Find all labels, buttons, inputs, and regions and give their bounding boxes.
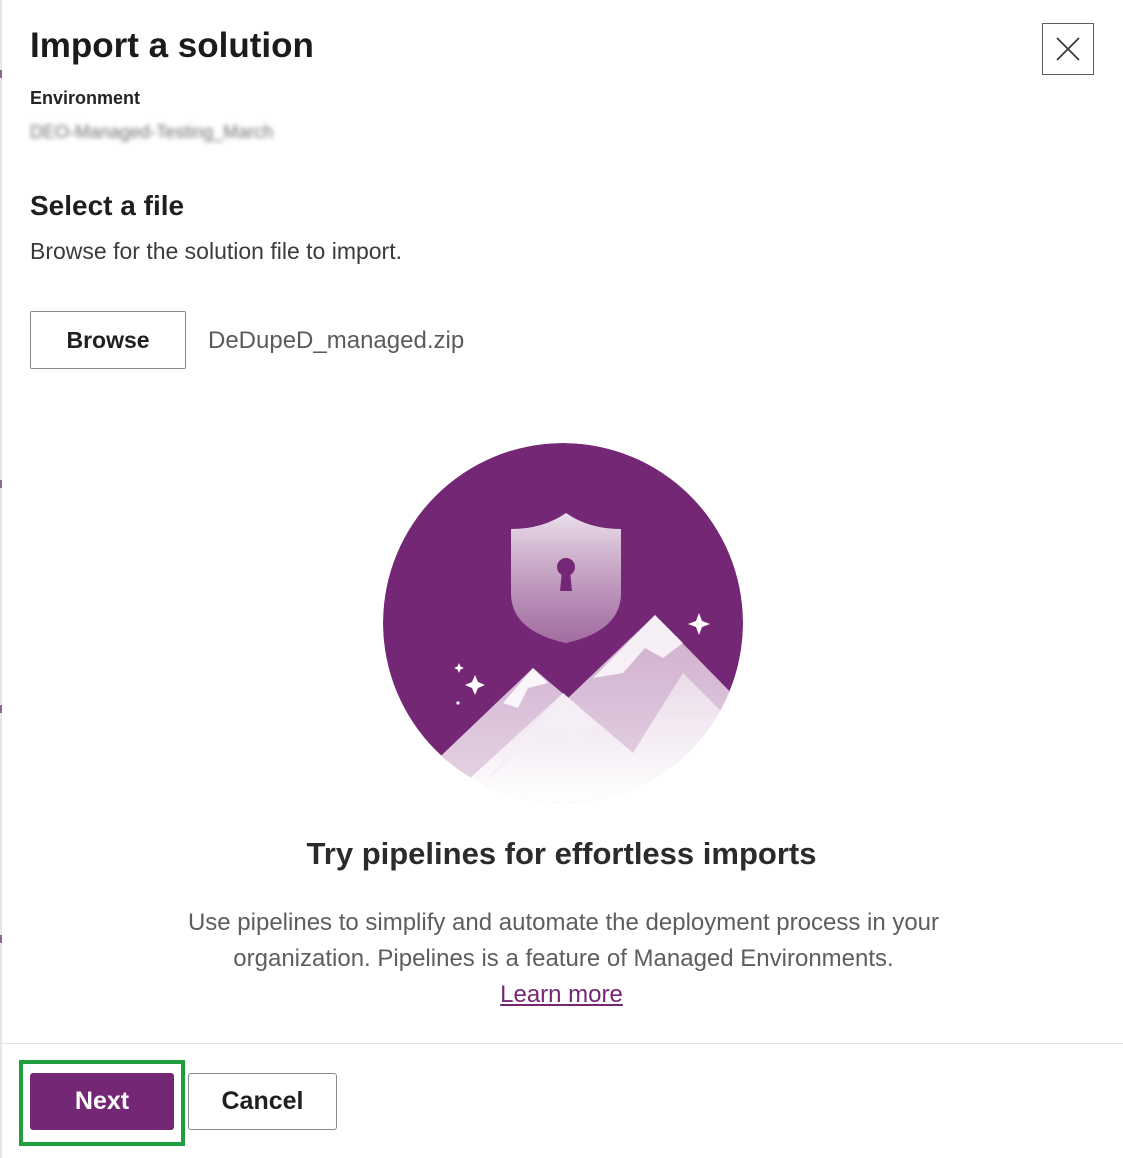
select-file-heading: Select a file <box>30 190 185 221</box>
next-button[interactable]: Next <box>30 1073 174 1130</box>
cancel-button[interactable]: Cancel <box>188 1073 337 1130</box>
pipelines-promo-description: Use pipelines to simplify and automate t… <box>187 909 940 972</box>
shield-mountains-illustration <box>383 443 743 803</box>
close-button[interactable] <box>1042 23 1094 75</box>
select-file-description: Browse for the solution file to import. <box>30 238 402 264</box>
pipelines-promo-title: Try pipelines for effortless imports <box>306 836 817 871</box>
edge-mark <box>0 70 2 78</box>
footer-divider <box>0 1043 1123 1044</box>
dialog-title: Import a solution <box>30 26 314 65</box>
selected-file-name: DeDupeD_managed.zip <box>208 327 465 354</box>
environment-value: DEO-Managed-Testing_March <box>30 122 274 142</box>
close-icon <box>1056 37 1080 61</box>
learn-more-link[interactable]: Learn more <box>500 981 623 1008</box>
edge-mark <box>0 935 2 943</box>
environment-label: Environment <box>30 88 141 108</box>
edge-mark <box>0 480 2 488</box>
browse-button[interactable]: Browse <box>30 311 186 369</box>
edge-mark <box>0 705 2 713</box>
